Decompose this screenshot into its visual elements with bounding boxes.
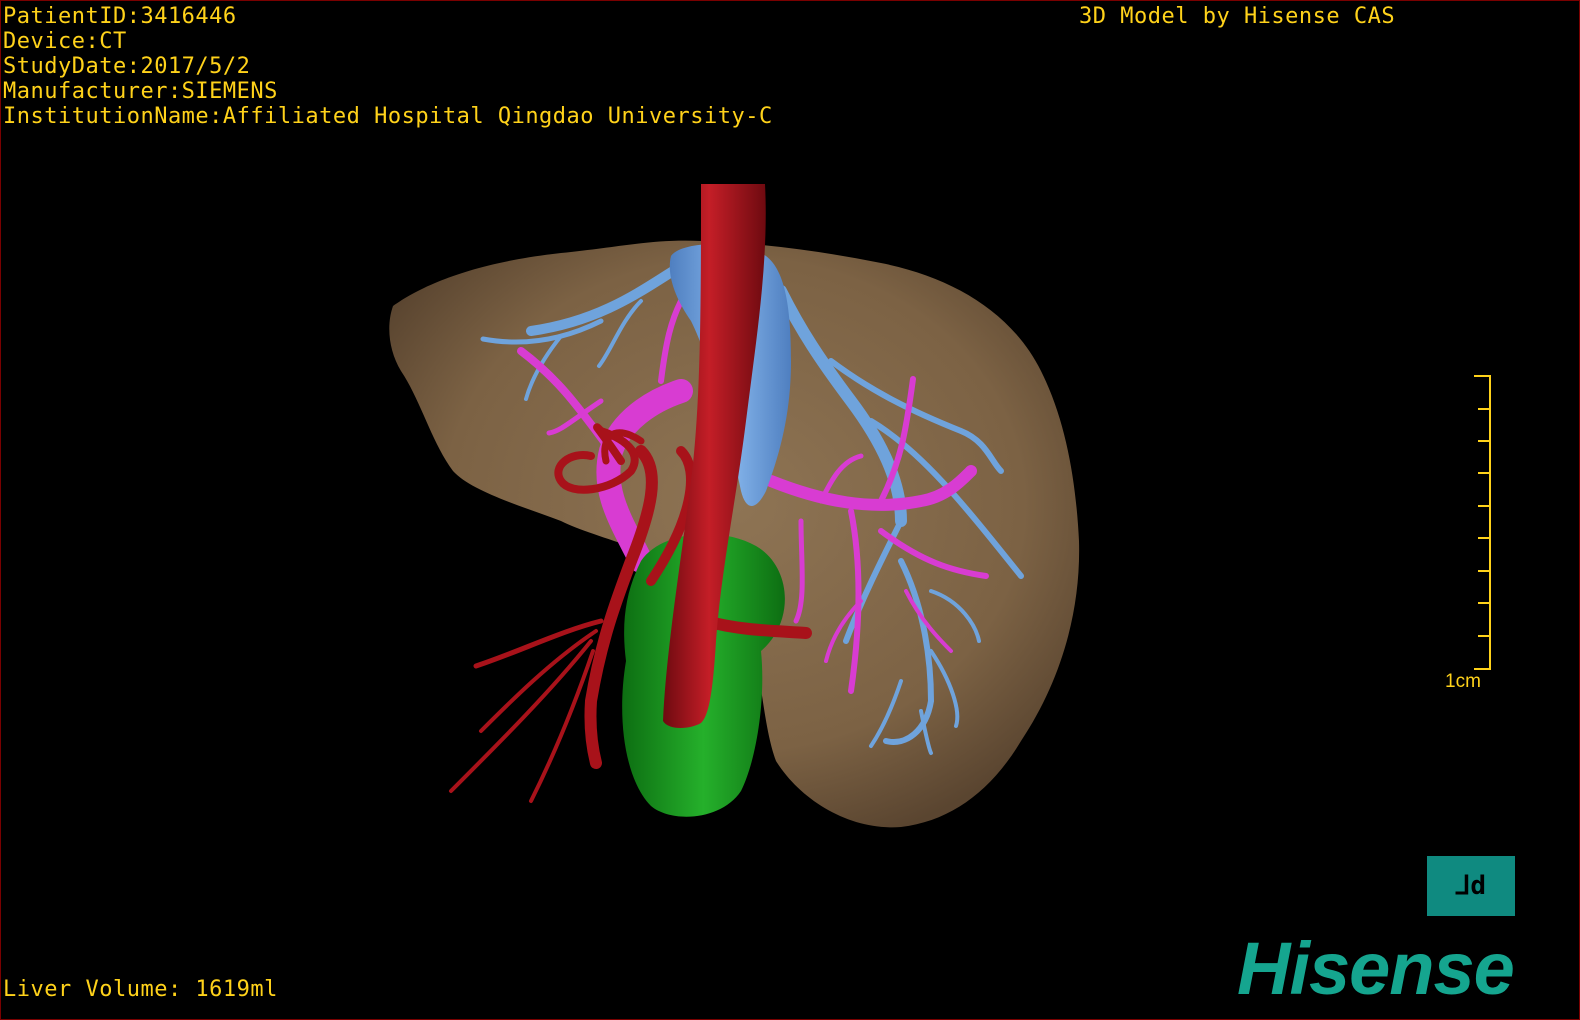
3d-viewport[interactable]: PatientID:3416446 Device:CT StudyDate:2017…	[0, 0, 1580, 1020]
view-orientation-cube[interactable]: ⅃d	[1427, 856, 1515, 916]
device: Device:CT	[3, 29, 127, 54]
patient-id: PatientID:3416446	[3, 4, 237, 29]
patient-info-overlay: PatientID:3416446 Device:CT StudyDate:2017…	[3, 4, 773, 129]
scale-bar	[1474, 375, 1491, 670]
orientation-icon: ⅃d	[1455, 871, 1487, 901]
hisense-logo: Hisense	[1237, 927, 1515, 1010]
model-credit: 3D Model by Hisense CAS	[1079, 4, 1396, 29]
study-date: StudyDate:2017/5/2	[3, 54, 251, 79]
manufacturer: Manufacturer:SIEMENS	[3, 79, 278, 104]
3d-model-scene[interactable]	[1, 1, 1579, 1019]
institution-name: InstitutionName:Affiliated Hospital Qing…	[3, 104, 773, 129]
scale-label: 1cm	[1445, 671, 1481, 692]
liver-volume-readout: Liver Volume: 1619ml	[3, 977, 278, 1002]
